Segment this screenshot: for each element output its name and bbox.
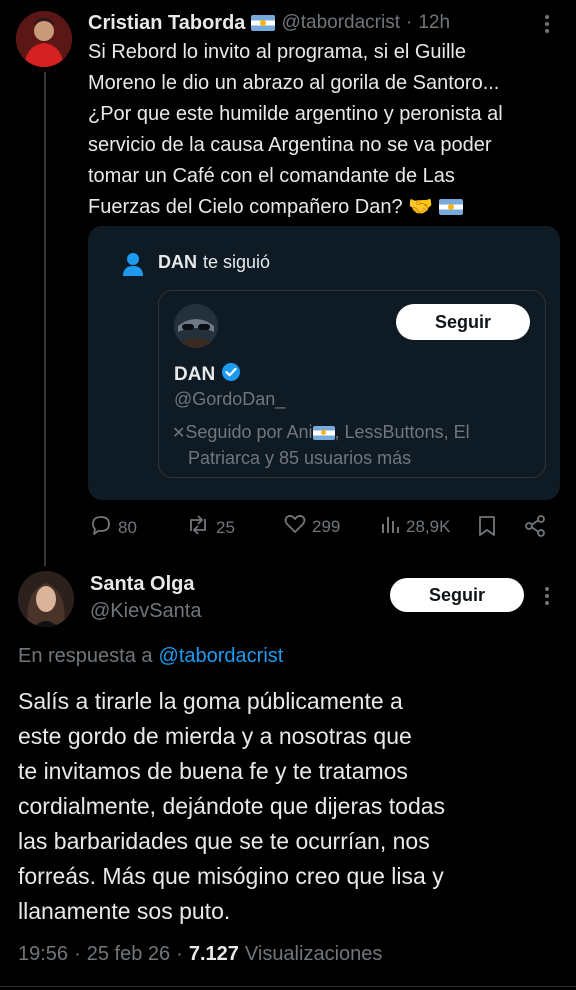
follow-button[interactable]: Seguir	[390, 578, 524, 612]
tweet-text-line: Fuerzas del Cielo compañero Dan? 🤝	[88, 192, 568, 223]
tweet-text-line: Si Rebord lo invito al programa, si el G…	[88, 41, 466, 63]
followed-by-text: Seguido por Ani	[185, 422, 313, 442]
reply-to-link[interactable]: @tabordacrist	[159, 645, 284, 668]
repost-button[interactable]: 25	[186, 514, 235, 541]
author-name[interactable]: Cristian Taborda	[88, 12, 245, 35]
views-icon	[380, 514, 400, 539]
argentina-flag-icon	[438, 199, 463, 215]
argentina-flag-icon	[251, 15, 276, 31]
divider	[0, 986, 576, 987]
followed-by-line: Patriarca y 85 usuarios más	[188, 448, 412, 468]
reply-button[interactable]: 80	[90, 514, 137, 541]
tweet-text-line: Salís a tirarle la goma públicamente a	[18, 688, 403, 714]
reply-count: 80	[118, 517, 137, 537]
avatar[interactable]	[18, 571, 74, 627]
author-name[interactable]: Santa Olga	[90, 573, 194, 596]
tweet-text-line: servicio de la causa Argentina no se va …	[88, 134, 492, 156]
tweet-header: Cristian Taborda @tabordacrist · 12h	[88, 10, 450, 36]
profile-name: DAN	[174, 363, 216, 385]
tweet-text-line: te invitamos de buena fe y te tratamos	[18, 758, 408, 784]
tweet-text: Si Rebord lo invito al programa, si el G…	[88, 37, 568, 223]
post-date[interactable]: 25 feb 26	[87, 943, 170, 966]
views-count: 7.127	[188, 943, 239, 965]
avatar[interactable]	[16, 11, 72, 67]
tweet-text-line: Moreno le dio un abrazo al gorila de San…	[88, 72, 500, 94]
tweet-text-line-end: Fuerzas del Cielo compañero Dan? 🤝	[88, 196, 434, 218]
author-handle[interactable]: @KievSanta	[90, 600, 201, 623]
reply-prefix: En respuesta a	[18, 645, 153, 667]
argentina-flag-icon	[312, 426, 335, 440]
tweet-text-line: tomar un Café con el comandante de Las	[88, 165, 455, 187]
thread-connector-line	[44, 72, 46, 566]
views-label: Visualizaciones	[244, 943, 383, 965]
person-icon	[122, 252, 144, 276]
heart-icon	[284, 514, 306, 539]
meta-separator: ·	[74, 943, 81, 965]
follow-user-name: DAN	[158, 252, 197, 272]
repost-icon	[186, 514, 210, 541]
post-time[interactable]: 19:56	[18, 943, 68, 966]
tweet-text-line: cordialmente, dejándote que dijeras toda…	[18, 793, 446, 819]
share-icon[interactable]	[524, 514, 546, 543]
like-button[interactable]: 299	[284, 514, 340, 539]
tweet-text-line: las barbaridades que se te ocurrían, nos	[18, 828, 430, 854]
reply-icon	[90, 514, 112, 541]
repost-count: 25	[216, 517, 235, 537]
x-icon: ✕	[172, 425, 186, 442]
tweet-text-line: ¿Por que este humilde argentino y peroni…	[88, 103, 503, 125]
profile-name-row: DAN	[174, 362, 241, 387]
tweet-text-line: llanamente sos puto.	[18, 898, 231, 924]
tweet-text: Salís a tirarle la goma públicamente a e…	[18, 684, 568, 929]
follow-button[interactable]: Seguir	[396, 304, 530, 340]
views-button[interactable]: 28,9K	[380, 514, 450, 539]
reply-context: En respuesta a @tabordacrist	[18, 645, 283, 668]
follow-notification: DAN te siguió	[158, 252, 270, 273]
followed-by-text-cont: , LessButtons, El	[334, 422, 470, 442]
tweet-text-line: forreás. Más que misógino creo que lisa …	[18, 863, 444, 889]
like-count: 299	[312, 516, 341, 536]
author-handle[interactable]: @tabordacrist	[281, 12, 400, 34]
tweet-time[interactable]: 12h	[418, 12, 450, 34]
tweet-meta: 19:56 · 25 feb 26 · 7.127 Visualizacione…	[18, 943, 382, 966]
bookmark-icon[interactable]	[478, 515, 496, 542]
meta-separator: ·	[176, 943, 183, 965]
follow-text: te siguió	[203, 252, 271, 272]
more-options-icon[interactable]	[540, 584, 554, 608]
header-separator: ·	[406, 12, 413, 33]
followed-by-line: ✕Seguido por Ani , LessButtons, El	[172, 420, 532, 446]
more-options-icon[interactable]	[540, 12, 554, 36]
verified-badge-icon	[221, 362, 241, 387]
avatar	[174, 304, 218, 348]
followed-by: ✕Seguido por Ani , LessButtons, El Patria…	[172, 420, 532, 470]
tweet-text-line: este gordo de mierda y a nosotras que	[18, 723, 412, 749]
views-count: 28,9K	[406, 516, 451, 536]
profile-handle: @GordoDan_	[174, 389, 286, 409]
